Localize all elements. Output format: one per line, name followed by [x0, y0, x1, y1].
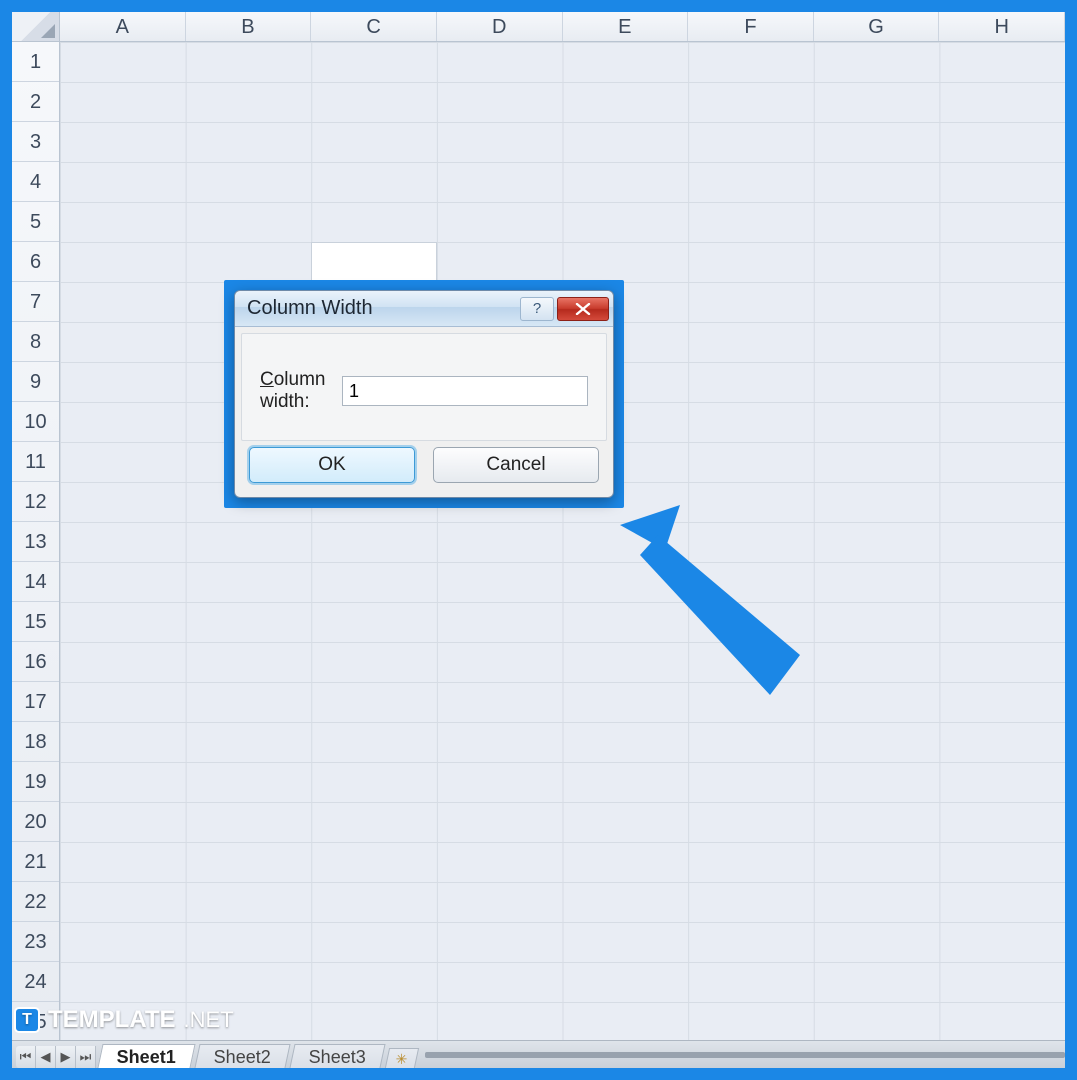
new-sheet-tab[interactable]: ✳	[385, 1048, 419, 1068]
sheet-nav-last[interactable]: ⏭	[76, 1046, 96, 1068]
cancel-button[interactable]: Cancel	[433, 447, 599, 483]
dialog-titlebar[interactable]: Column Width ?	[235, 291, 613, 327]
row-header[interactable]: 14	[12, 562, 59, 602]
sheet-nav-first[interactable]: ⏮	[16, 1046, 36, 1068]
sheet-nav-next[interactable]: ▶	[56, 1046, 76, 1068]
row-header[interactable]: 3	[12, 122, 59, 162]
col-header-A[interactable]: A	[60, 12, 186, 41]
row-header[interactable]: 20	[12, 802, 59, 842]
watermark: T TEMPLATE .NET	[14, 1006, 234, 1034]
close-icon	[575, 303, 591, 315]
new-sheet-icon: ✳	[396, 1051, 408, 1068]
watermark-brand: TEMPLATE	[48, 1006, 176, 1034]
watermark-tld: .NET	[184, 1007, 234, 1033]
col-header-C[interactable]: C	[311, 12, 437, 41]
ok-button[interactable]: OK	[249, 447, 415, 483]
row-header[interactable]: 7	[12, 282, 59, 322]
row-header[interactable]: 1	[12, 42, 59, 82]
row-header[interactable]: 8	[12, 322, 59, 362]
gridlines	[60, 42, 1065, 1040]
watermark-logo-icon: T	[14, 1007, 40, 1033]
annotation-highlight: Column Width ? Column width: OK Cancel	[224, 280, 624, 508]
column-header-row: A B C D E F G H	[12, 12, 1065, 42]
cell-area[interactable]	[60, 42, 1065, 1040]
row-header[interactable]: 6	[12, 242, 59, 282]
row-header[interactable]: 18	[12, 722, 59, 762]
col-header-E[interactable]: E	[563, 12, 689, 41]
sheet-tab-label: Sheet2	[214, 1047, 271, 1068]
spreadsheet-frame: A B C D E F G H 1 2 3 4 5 6 7 8 9 10 11 …	[12, 12, 1065, 1068]
dialog-button-row: OK Cancel	[235, 447, 613, 497]
row-header[interactable]: 24	[12, 962, 59, 1002]
select-all-corner[interactable]	[12, 12, 60, 41]
active-cell-C6[interactable]	[311, 242, 437, 282]
sheet-tab-bar: ⏮ ◀ ▶ ⏭ Sheet1 Sheet2 Sheet3 ✳	[12, 1040, 1065, 1068]
row-header[interactable]: 4	[12, 162, 59, 202]
row-header[interactable]: 16	[12, 642, 59, 682]
col-header-H[interactable]: H	[939, 12, 1065, 41]
sheet-tab-label: Sheet3	[309, 1047, 366, 1068]
row-header[interactable]: 23	[12, 922, 59, 962]
row-header[interactable]: 13	[12, 522, 59, 562]
col-header-B[interactable]: B	[186, 12, 312, 41]
row-header[interactable]: 22	[12, 882, 59, 922]
close-button[interactable]	[557, 297, 609, 321]
help-button[interactable]: ?	[520, 297, 554, 321]
sheet-tab-sheet3[interactable]: Sheet3	[290, 1044, 386, 1068]
row-header[interactable]: 17	[12, 682, 59, 722]
tab-scroll-track[interactable]	[425, 1052, 1065, 1058]
grid-body: 1 2 3 4 5 6 7 8 9 10 11 12 13 14 15 16 1…	[12, 42, 1065, 1040]
row-header[interactable]: 2	[12, 82, 59, 122]
row-header[interactable]: 11	[12, 442, 59, 482]
sheet-tab-label: Sheet1	[117, 1047, 176, 1068]
dialog-title: Column Width	[247, 297, 520, 320]
sheet-tab-sheet2[interactable]: Sheet2	[194, 1044, 290, 1068]
row-header-col: 1 2 3 4 5 6 7 8 9 10 11 12 13 14 15 16 1…	[12, 42, 60, 1040]
row-header[interactable]: 9	[12, 362, 59, 402]
row-header[interactable]: 10	[12, 402, 59, 442]
row-header[interactable]: 12	[12, 482, 59, 522]
row-header[interactable]: 5	[12, 202, 59, 242]
row-header[interactable]: 15	[12, 602, 59, 642]
row-header[interactable]: 19	[12, 762, 59, 802]
col-header-F[interactable]: F	[688, 12, 814, 41]
dialog-body: Column width:	[241, 333, 607, 441]
col-header-G[interactable]: G	[814, 12, 940, 41]
column-width-input[interactable]	[342, 376, 588, 406]
sheet-tab-sheet1[interactable]: Sheet1	[97, 1044, 195, 1068]
col-header-D[interactable]: D	[437, 12, 563, 41]
column-width-dialog: Column Width ? Column width: OK Cancel	[234, 290, 614, 498]
row-header[interactable]: 21	[12, 842, 59, 882]
sheet-nav-prev[interactable]: ◀	[36, 1046, 56, 1068]
column-width-label: Column width:	[260, 369, 332, 413]
